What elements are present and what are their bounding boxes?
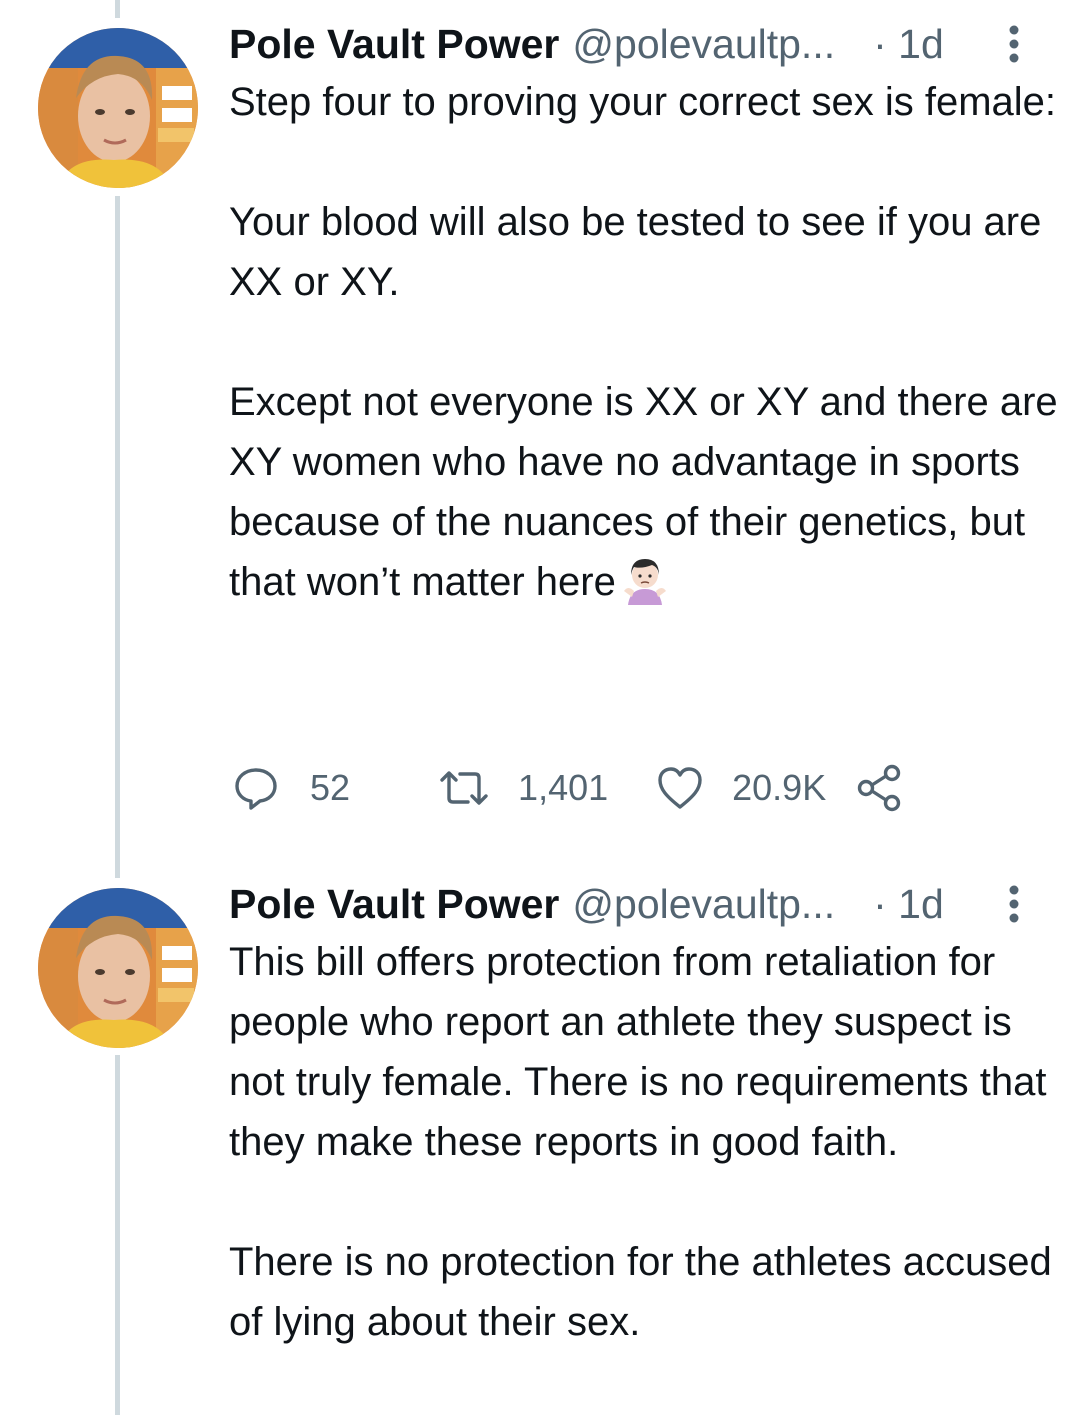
thread-connector-line (115, 196, 120, 878)
retweet-count: 1,401 (518, 767, 609, 808)
reply-button[interactable]: 52 (232, 764, 350, 812)
tweet-paragraph: Your blood will also be tested to see if… (229, 200, 1042, 304)
person-shrugging-emoji (622, 555, 668, 606)
tweet-paragraph: There is no protection for the athletes … (229, 1240, 1052, 1344)
tweet-paragraph: Except not everyone is XX or XY and ther… (229, 372, 1059, 612)
like-count: 20.9K (732, 767, 827, 808)
more-vertical-icon[interactable] (1007, 24, 1021, 64)
thread-connector-line (115, 0, 120, 18)
avatar[interactable] (38, 28, 198, 188)
tweet-paragraph: Step four to proving your correct sex is… (229, 80, 1057, 124)
retweet-button[interactable]: 1,401 (438, 764, 608, 812)
avatar[interactable] (38, 888, 198, 1048)
tweet-actions: 52 1,401 20.9K (232, 758, 904, 818)
like-button[interactable]: 20.9K (656, 765, 826, 811)
share-icon (856, 764, 904, 812)
tweet-text: This bill offers protection from retalia… (229, 932, 1059, 1352)
heart-icon (656, 765, 704, 811)
retweet-icon (438, 764, 490, 812)
tweet-paragraph: This bill offers protection from retalia… (229, 940, 1047, 1164)
author-handle[interactable]: @polevaultp... (572, 881, 835, 928)
timestamp[interactable]: · 1d (873, 881, 944, 928)
thread-connector-line (115, 1055, 120, 1415)
share-button[interactable] (856, 764, 904, 812)
author-name[interactable]: Pole Vault Power (229, 21, 559, 68)
reply-count: 52 (310, 767, 351, 808)
author-name[interactable]: Pole Vault Power (229, 881, 559, 928)
more-vertical-icon[interactable] (1007, 884, 1021, 924)
timestamp[interactable]: · 1d (873, 21, 944, 68)
tweet-header: Pole Vault Power @polevaultp... · 1d (229, 878, 1059, 930)
tweet-text: Step four to proving your correct sex is… (229, 72, 1059, 612)
tweet-header: Pole Vault Power @polevaultp... · 1d (229, 18, 1059, 70)
author-handle[interactable]: @polevaultp... (572, 21, 835, 68)
reply-icon (232, 764, 280, 812)
